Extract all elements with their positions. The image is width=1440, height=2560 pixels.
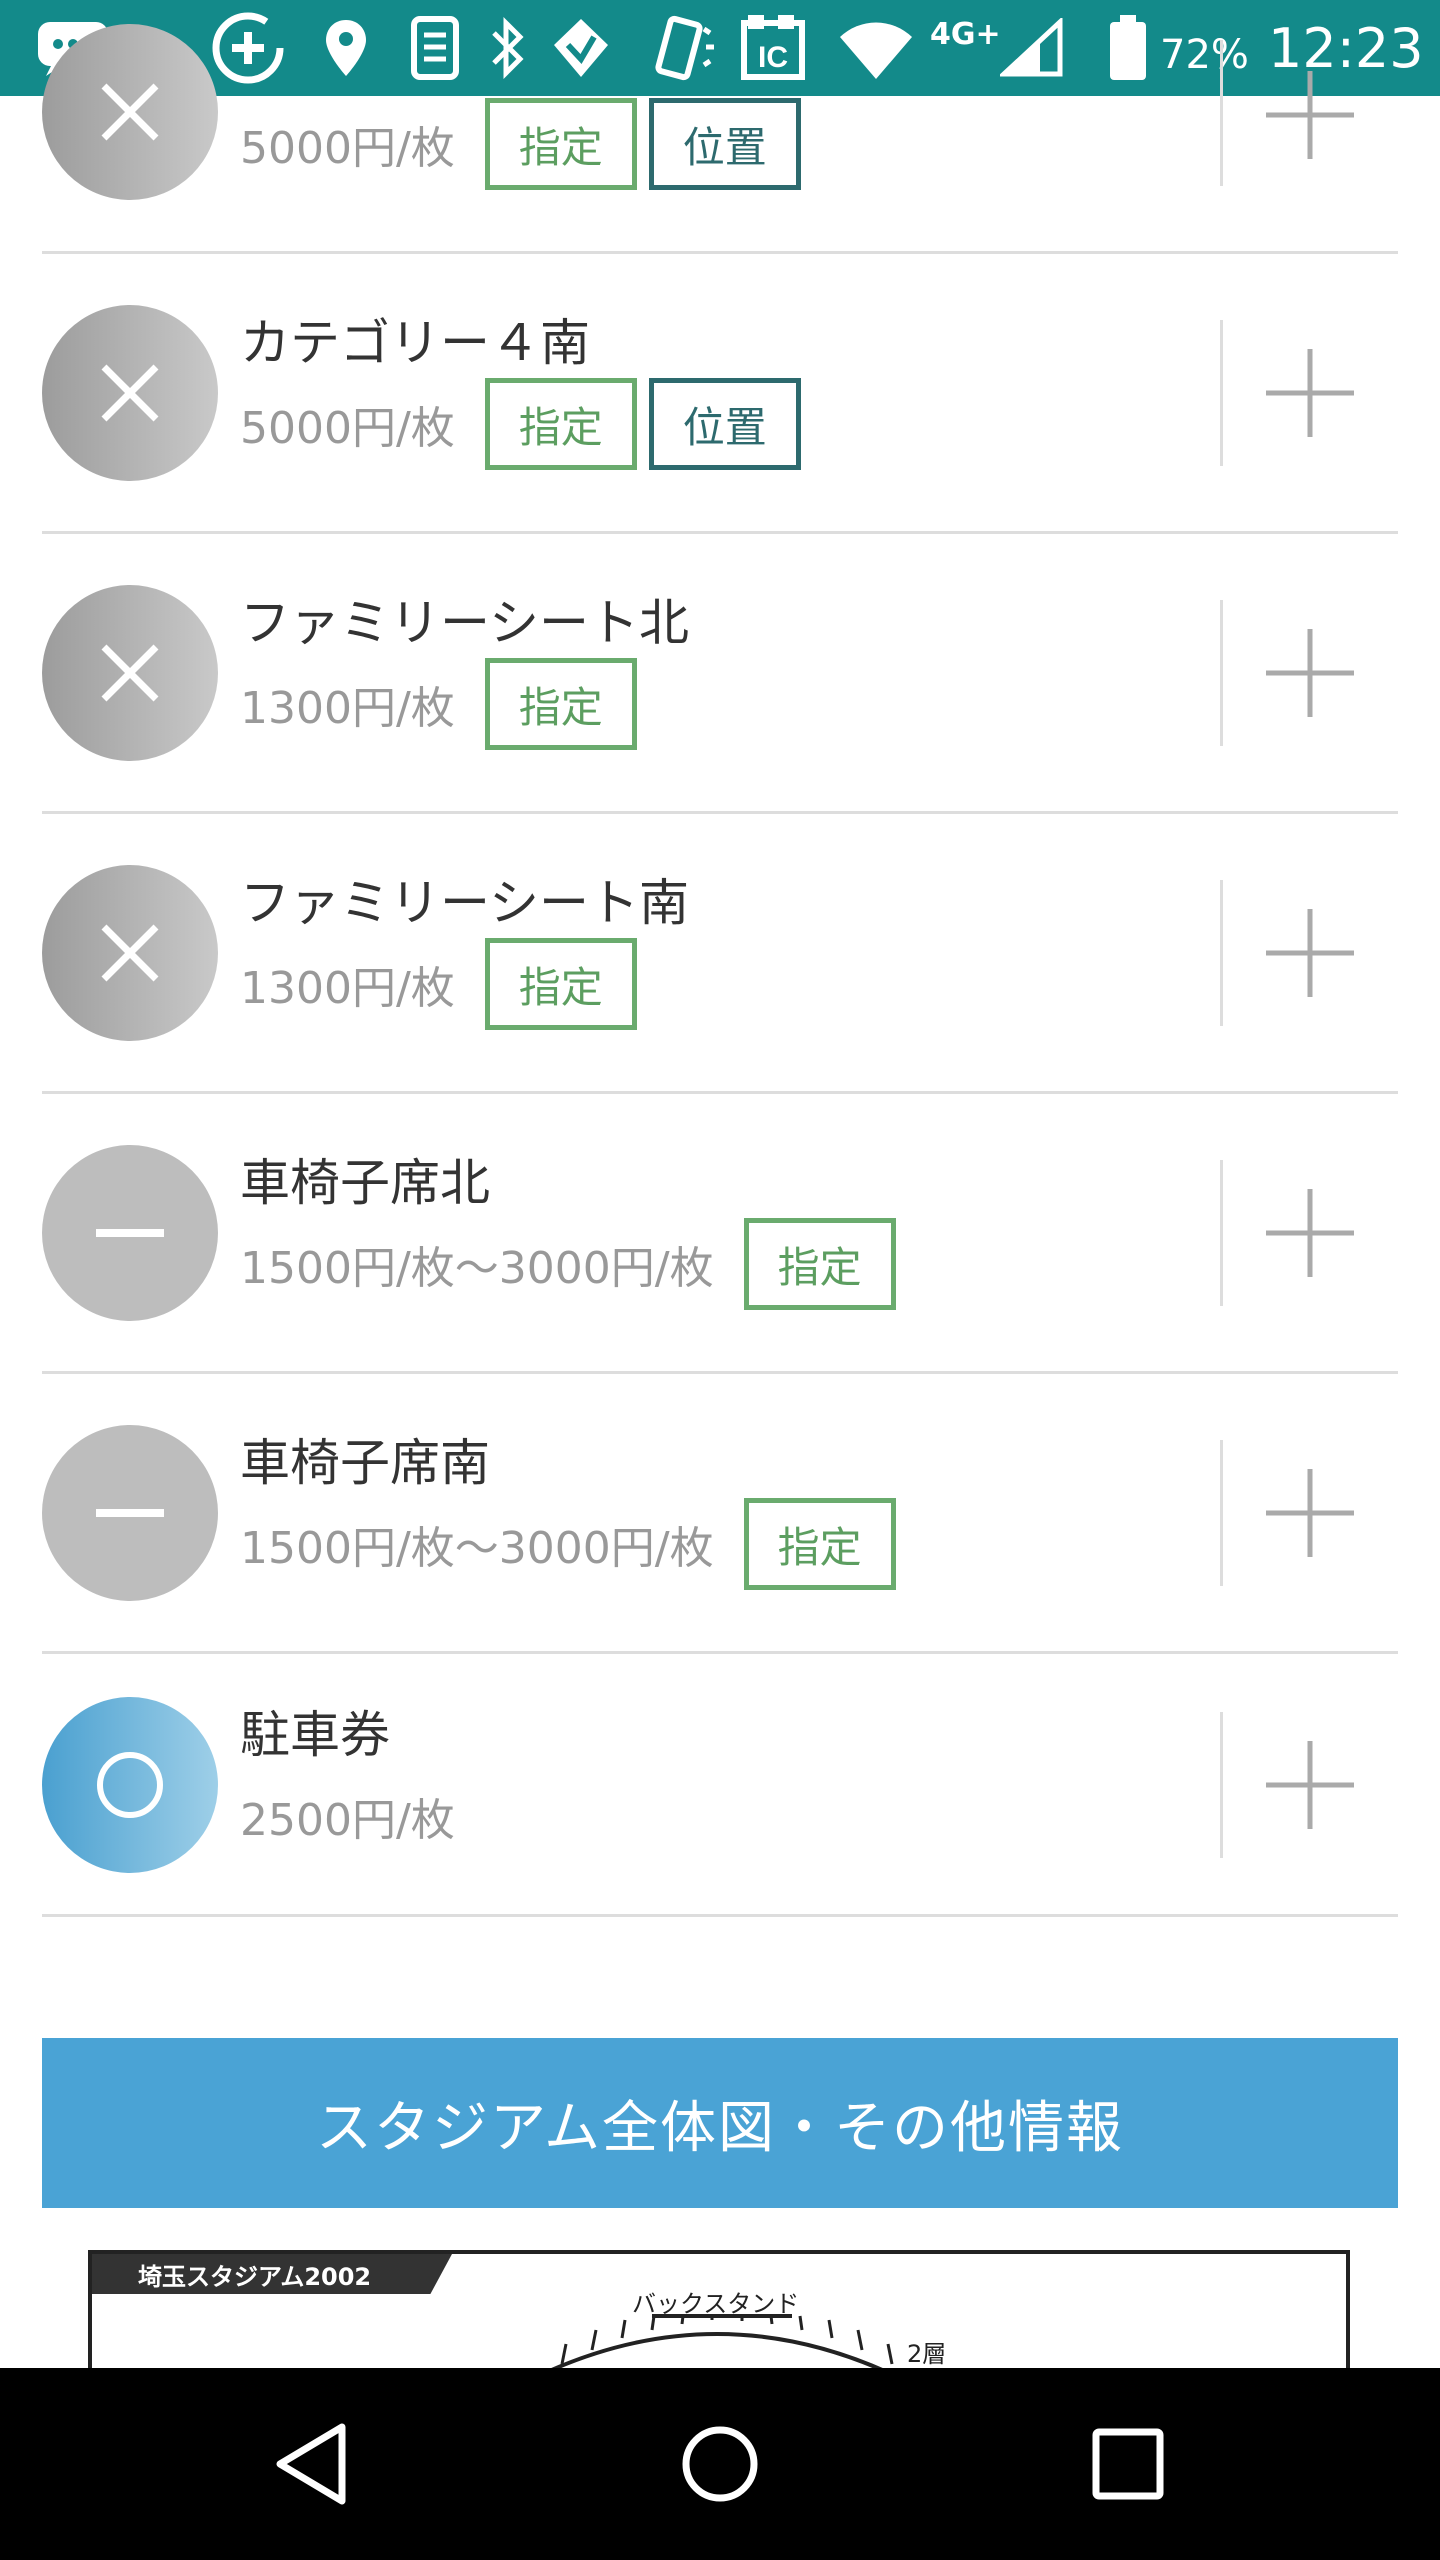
add-ticket-button[interactable] (1250, 1453, 1370, 1573)
network-type: 4G+ (930, 16, 1001, 52)
back-button[interactable] (212, 2368, 412, 2560)
navigation-bar (0, 2368, 1440, 2560)
position-tag[interactable]: 位置 (648, 98, 801, 190)
ic-card-icon: IC (738, 0, 808, 96)
ticket-name: 駐車券 (240, 1706, 390, 1764)
wifi-icon (836, 0, 916, 96)
row-divider (42, 531, 1398, 534)
row-separator (1220, 40, 1223, 186)
battery-percent: 72% (1160, 32, 1249, 78)
ticket-price: 1500円/枚～3000円/枚 (240, 1523, 714, 1574)
back-icon (276, 2423, 346, 2505)
row-divider (42, 811, 1398, 814)
ticket-name: 車椅子席北 (240, 1154, 490, 1212)
circle-icon (97, 1752, 163, 1818)
close-icon (101, 644, 159, 702)
add-ticket-button[interactable] (1250, 893, 1370, 1013)
bluetooth-icon (488, 0, 528, 96)
ticket-price: 1300円/枚 (240, 683, 455, 734)
recents-icon (1092, 2428, 1164, 2500)
available-status (42, 1697, 218, 1873)
row-separator (1220, 1440, 1223, 1586)
plus-icon (1266, 909, 1354, 997)
ticket-name: 車椅子席南 (240, 1434, 490, 1492)
ticket-price: 2500円/枚 (240, 1795, 455, 1846)
ticket-price-line: 1500円/枚～3000円/枚 指定 (240, 1218, 896, 1310)
location-icon (324, 0, 368, 96)
plus-icon (1266, 1741, 1354, 1829)
reserved-tag[interactable]: 指定 (484, 378, 637, 470)
battery-icon (1108, 0, 1148, 96)
ticket-price-line: 1300円/枚 指定 (240, 658, 637, 750)
status-bar: IC 4G+ 72% 12:23 (0, 0, 1440, 96)
row-divider (42, 1914, 1398, 1917)
soldout-status (42, 585, 218, 761)
reserved-tag[interactable]: 指定 (484, 938, 637, 1030)
unavailable-status (42, 1425, 218, 1601)
vibrate-icon (646, 0, 716, 96)
close-icon (101, 924, 159, 982)
svg-text:IC: IC (758, 41, 788, 74)
add-ticket-button[interactable] (1250, 1173, 1370, 1293)
reserved-tag[interactable]: 指定 (743, 1218, 896, 1310)
ticket-price: 1500円/枚～3000円/枚 (240, 1243, 714, 1294)
close-icon (101, 83, 159, 141)
ticket-price-line: 1500円/枚～3000円/枚 指定 (240, 1498, 896, 1590)
ticket-price-line: 1300円/枚 指定 (240, 938, 637, 1030)
ticket-name: ファミリーシート北 (240, 594, 689, 652)
row-separator (1220, 1712, 1223, 1858)
cellular-signal-icon (1000, 0, 1064, 96)
row-separator (1220, 1160, 1223, 1306)
row-separator (1220, 880, 1223, 1026)
home-button[interactable] (620, 2368, 820, 2560)
add-ticket-button[interactable] (1250, 55, 1370, 175)
add-ticket-button[interactable] (1250, 333, 1370, 453)
ticket-price: 1300円/枚 (240, 963, 455, 1014)
ticket-price: 5000円/枚 (240, 403, 455, 454)
stadium-info-button[interactable]: スタジアム全体図・その他情報 (42, 2038, 1398, 2208)
unavailable-status (42, 1145, 218, 1321)
row-divider (42, 1371, 1398, 1374)
close-icon (101, 364, 159, 422)
ticket-price: 5000円/枚 (240, 123, 455, 174)
row-separator (1220, 320, 1223, 466)
ticket-name: カテゴリー４南 (240, 314, 590, 372)
ticket-name: ファミリーシート南 (240, 874, 689, 932)
soldout-status (42, 305, 218, 481)
minus-icon (96, 1509, 164, 1517)
reserved-tag[interactable]: 指定 (743, 1498, 896, 1590)
add-ticket-button[interactable] (1250, 613, 1370, 733)
soldout-status (42, 24, 218, 200)
ticket-price-line: 5000円/枚 指定 位置 (240, 378, 801, 470)
plus-icon (1266, 71, 1354, 159)
position-tag[interactable]: 位置 (648, 378, 801, 470)
tier-label: 2層 (907, 2340, 947, 2368)
minus-icon (96, 1229, 164, 1237)
reserved-tag[interactable]: 指定 (484, 98, 637, 190)
plus-icon (1266, 1469, 1354, 1557)
add-ticket-button[interactable] (1250, 1725, 1370, 1845)
ticket-price-line: 2500円/枚 (240, 1770, 455, 1862)
data-saver-icon (208, 0, 288, 96)
sim-icon (400, 0, 470, 96)
back-stand-label: バックスタンド (632, 2290, 800, 2318)
row-separator (1220, 600, 1223, 746)
soldout-status (42, 865, 218, 1041)
stadium-map: 埼玉スタジアム2002 バックスタンド 2層 (88, 2250, 1350, 2370)
row-divider (42, 1091, 1398, 1094)
plus-icon (1266, 1189, 1354, 1277)
shield-icon (548, 0, 614, 96)
reserved-tag[interactable]: 指定 (484, 658, 637, 750)
recents-button[interactable] (1028, 2368, 1228, 2560)
row-divider (42, 1651, 1398, 1654)
plus-icon (1266, 629, 1354, 717)
home-icon (682, 2426, 758, 2502)
plus-icon (1266, 349, 1354, 437)
row-divider (42, 251, 1398, 254)
ticket-price-line: 5000円/枚 指定 位置 (240, 98, 801, 190)
